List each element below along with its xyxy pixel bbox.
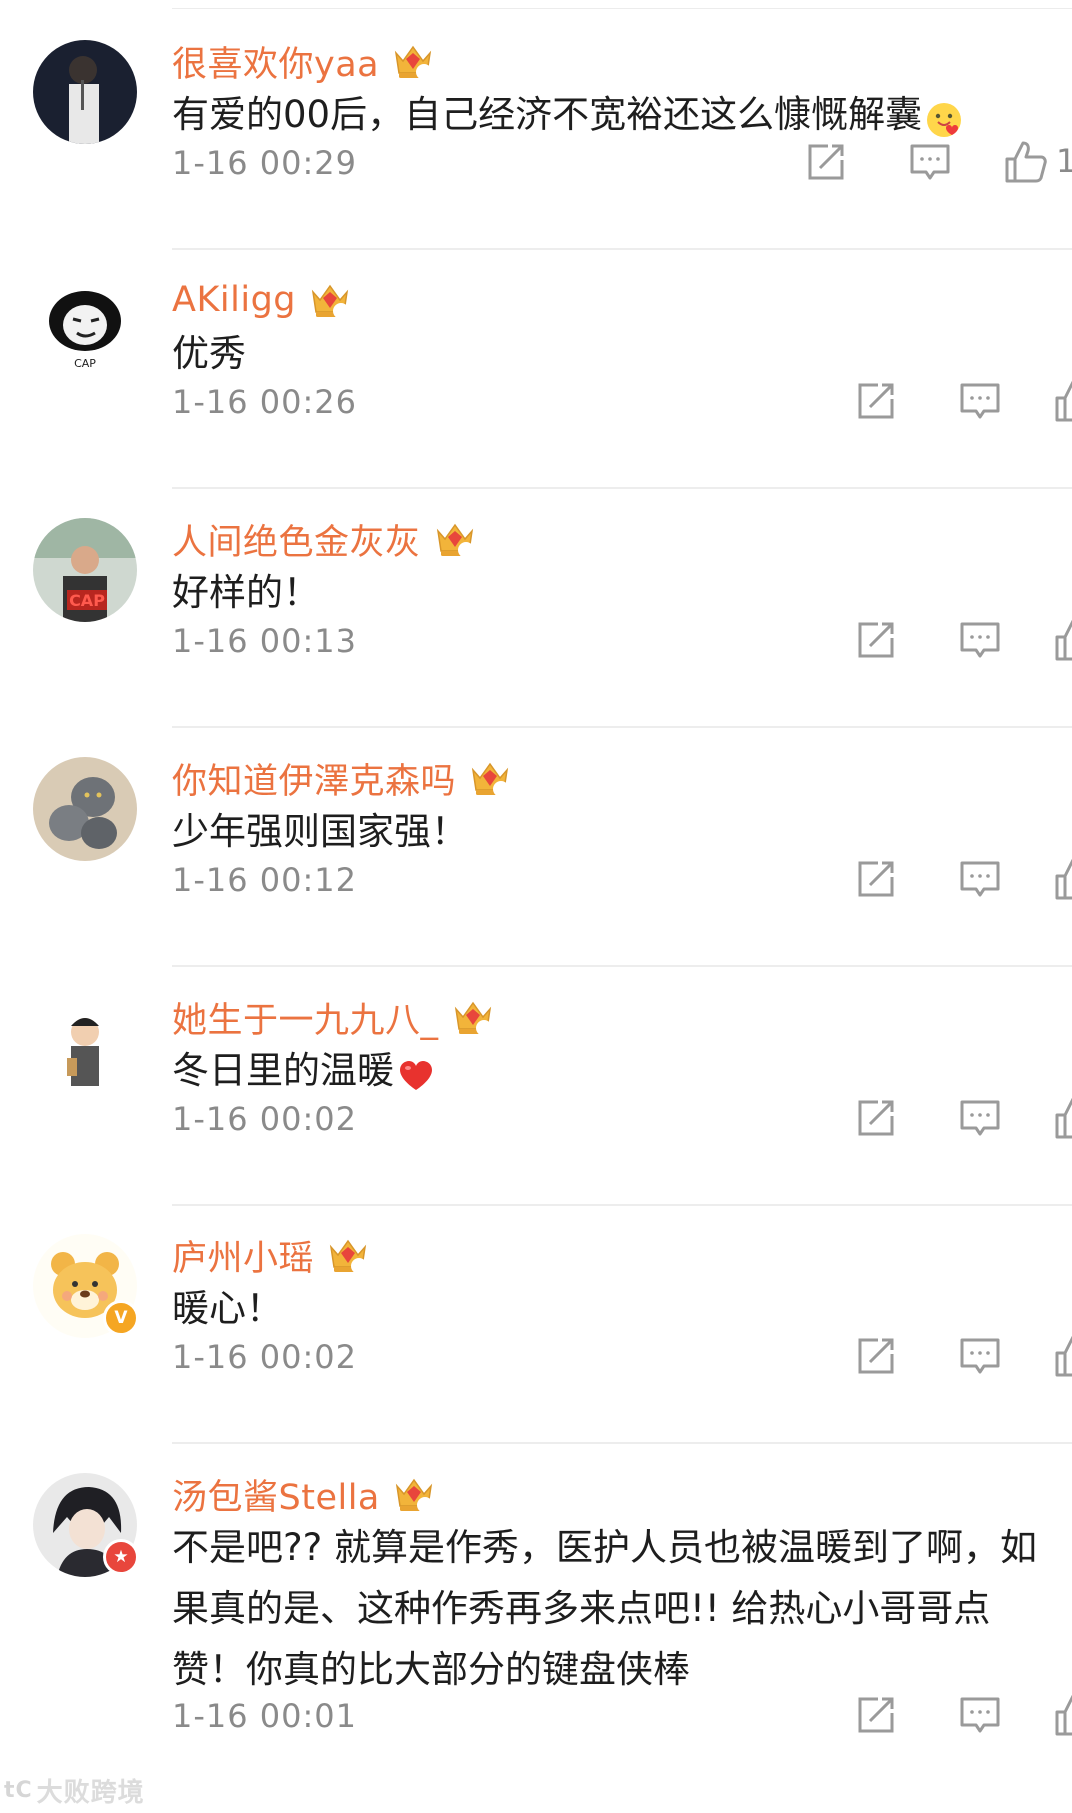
comment-actions xyxy=(732,1090,1072,1150)
comment-divider xyxy=(172,1204,1072,1206)
username[interactable]: 她生于一九九八_ xyxy=(172,992,439,1043)
comment-time: 1-16 00:26 xyxy=(172,383,358,421)
comment-body: 不是吧?? 就算是作秀，医护人员也被温暖到了啊，如果真的是、这种作秀再多来点吧!… xyxy=(172,1526,1038,1691)
comment-header: AKiligg xyxy=(172,275,352,325)
username[interactable]: 庐州小瑶 xyxy=(172,1230,314,1281)
comment-divider xyxy=(172,965,1072,967)
reply-button[interactable] xyxy=(952,373,1008,429)
comment-text: 不是吧?? 就算是作秀，医护人员也被温暖到了啊，如果真的是、这种作秀再多来点吧!… xyxy=(172,1517,1042,1700)
avatar[interactable] xyxy=(33,996,137,1100)
top-divider xyxy=(172,8,1072,9)
comment-divider xyxy=(172,248,1072,250)
comment-actions xyxy=(732,1328,1072,1388)
username[interactable]: 你知道伊澤克森吗 xyxy=(172,753,456,804)
crown-badge-icon xyxy=(421,517,477,561)
comment-divider xyxy=(172,1442,1072,1444)
like-button[interactable] xyxy=(1048,612,1072,668)
watermark: tC 大败跨境 xyxy=(4,1772,145,1809)
heart-kiss-emoji xyxy=(924,97,964,137)
verified-badge-icon: V xyxy=(103,1300,139,1336)
username[interactable]: AKiligg xyxy=(172,280,296,320)
verified-badge-icon: ★ xyxy=(103,1539,139,1575)
svg-text:CAP: CAP xyxy=(69,591,105,610)
comment-actions: 1 xyxy=(702,134,1072,194)
comment-actions xyxy=(732,851,1072,911)
reply-button[interactable] xyxy=(952,612,1008,668)
comment-body: 暖心！ xyxy=(172,1287,283,1330)
avatar[interactable] xyxy=(33,40,137,144)
comment-body: 冬日里的温暖 xyxy=(172,1049,394,1092)
avatar[interactable]: V xyxy=(33,1234,139,1338)
reply-button[interactable] xyxy=(952,1687,1008,1743)
like-count: 1 xyxy=(1056,142,1072,180)
repost-button[interactable] xyxy=(848,612,904,668)
comment-actions xyxy=(732,612,1072,672)
crown-badge-icon xyxy=(379,39,435,83)
crown-badge-icon xyxy=(314,1233,370,1277)
comment-body: 有爱的00后，自己经济不宽裕还这么慷慨解囊 xyxy=(172,93,923,136)
reply-button[interactable] xyxy=(952,1328,1008,1384)
comment-time: 1-16 00:02 xyxy=(172,1100,358,1138)
comment-body: 优秀 xyxy=(172,332,246,375)
repost-button[interactable] xyxy=(848,1328,904,1384)
comment-header: 她生于一九九八_ xyxy=(172,992,495,1042)
like-button[interactable] xyxy=(1048,1687,1072,1743)
crown-badge-icon xyxy=(439,995,495,1039)
comment-time: 1-16 00:01 xyxy=(172,1697,358,1735)
crown-badge-icon xyxy=(380,1472,436,1516)
comment-actions xyxy=(732,373,1072,433)
like-button[interactable] xyxy=(998,134,1054,190)
username[interactable]: 人间绝色金灰灰 xyxy=(172,514,421,565)
svg-text:CAP: CAP xyxy=(74,357,96,370)
crown-badge-icon xyxy=(296,278,352,322)
repost-button[interactable] xyxy=(848,851,904,907)
comment-time: 1-16 00:13 xyxy=(172,622,358,660)
comment-actions xyxy=(732,1687,1072,1747)
repost-button[interactable] xyxy=(848,1687,904,1743)
red-heart-emoji xyxy=(396,1053,436,1093)
comment-body: 少年强则国家强！ xyxy=(172,810,468,853)
repost-button[interactable] xyxy=(848,373,904,429)
like-button[interactable] xyxy=(1048,373,1072,429)
watermark-logo: tC xyxy=(4,1778,33,1803)
comment-divider xyxy=(172,487,1072,489)
like-button[interactable] xyxy=(1048,1090,1072,1146)
avatar[interactable]: ★ xyxy=(33,1473,139,1577)
like-button[interactable] xyxy=(1048,851,1072,907)
username[interactable]: 汤包酱Stella xyxy=(172,1469,380,1520)
comment-body: 好样的！ xyxy=(172,571,320,614)
comment-time: 1-16 00:12 xyxy=(172,861,358,899)
comment-header: 庐州小瑶 xyxy=(172,1230,370,1280)
repost-button[interactable] xyxy=(798,134,854,190)
watermark-text: 大败跨境 xyxy=(36,1778,145,1808)
avatar[interactable] xyxy=(33,757,137,861)
username[interactable]: 很喜欢你yaa xyxy=(172,36,379,87)
reply-button[interactable] xyxy=(902,134,958,190)
avatar[interactable]: CAP xyxy=(33,279,137,383)
repost-button[interactable] xyxy=(848,1090,904,1146)
avatar[interactable]: CAP xyxy=(33,518,137,622)
crown-badge-icon xyxy=(456,756,512,800)
reply-button[interactable] xyxy=(952,1090,1008,1146)
comment-divider xyxy=(172,726,1072,728)
comment-header: 你知道伊澤克森吗 xyxy=(172,753,512,803)
like-button[interactable] xyxy=(1048,1328,1072,1384)
comment-header: 很喜欢你yaa xyxy=(172,36,435,86)
comment-header: 人间绝色金灰灰 xyxy=(172,514,477,564)
comment-time: 1-16 00:29 xyxy=(172,144,358,182)
reply-button[interactable] xyxy=(952,851,1008,907)
comment-time: 1-16 00:02 xyxy=(172,1338,358,1376)
comment-header: 汤包酱Stella xyxy=(172,1469,436,1519)
